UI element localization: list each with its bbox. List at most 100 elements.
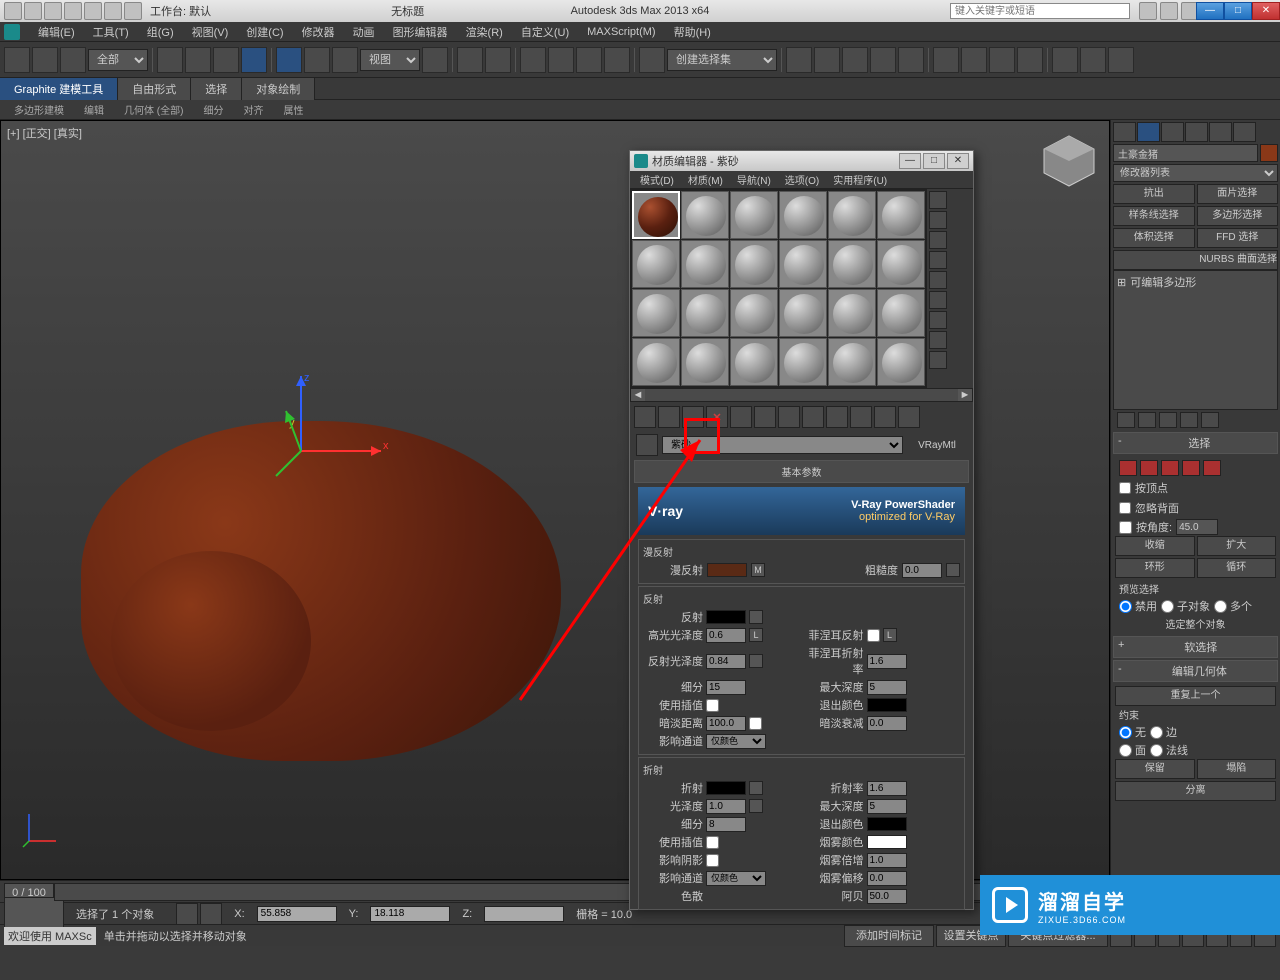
redo-icon[interactable] [104,2,122,20]
menu-group[interactable]: 组(G) [139,22,182,42]
unlink-icon[interactable] [32,47,58,73]
mat-slot-24[interactable] [877,338,925,386]
dim-falloff-spinner[interactable] [867,716,907,731]
video-check-icon[interactable] [929,271,947,289]
ribbon-sub-props[interactable]: 属性 [273,100,313,119]
refl-subdivs-spinner[interactable] [706,680,746,695]
refr-gloss-map-button[interactable] [749,799,763,813]
ribbon-tab-graphite[interactable]: Graphite 建模工具 [0,78,118,100]
affect-shadows-check[interactable] [706,854,719,867]
mat-slot-10[interactable] [779,240,827,288]
isolate-icon[interactable] [200,903,222,925]
menu-create[interactable]: 创建(C) [238,22,291,42]
refr-interp-check[interactable] [706,836,719,849]
modify-tab-icon[interactable] [1137,122,1160,142]
mat-maximize-button[interactable]: □ [923,153,945,169]
object-color-swatch[interactable] [1260,144,1278,162]
put-to-lib-icon[interactable] [778,406,800,428]
rollout-editgeo-head[interactable]: -编辑几何体 [1113,660,1278,682]
create-tab-icon[interactable] [1113,122,1136,142]
mat-slot-13[interactable] [632,289,680,337]
pin-stack-icon[interactable] [1117,412,1135,428]
fresnel-ior-spinner[interactable] [867,654,907,669]
ribbon-tab-paint[interactable]: 对象绘制 [242,78,315,100]
diffuse-map-button[interactable]: M [751,563,765,577]
refl-gloss-map-button[interactable] [749,654,763,668]
bind-icon[interactable] [60,47,86,73]
remove-mod-icon[interactable] [1180,412,1198,428]
go-parent-icon[interactable] [874,406,896,428]
ior-spinner[interactable] [867,781,907,796]
repeat-last-button[interactable]: 重复上一个 [1115,686,1276,706]
subobj-edge-icon[interactable] [1140,460,1158,476]
lock-selection-icon[interactable] [176,903,198,925]
roughness-map-button[interactable] [946,563,960,577]
teapot2-icon[interactable] [1080,47,1106,73]
refr-maxdepth-spinner[interactable] [867,799,907,814]
mat-titlebar[interactable]: 材质编辑器 - 紫砂 — □ ✕ [630,151,973,171]
ring-button[interactable]: 环形 [1115,558,1195,578]
ref-coord-select[interactable]: 视图 [360,49,420,71]
stack-toggle-icon[interactable]: ⊞ [1117,276,1126,289]
menu-help[interactable]: 帮助(H) [666,22,719,42]
preview-multi-radio[interactable] [1214,600,1227,613]
refr-exit-color-swatch[interactable] [867,817,907,831]
search-icon[interactable] [1139,2,1157,20]
transform-gizmo[interactable]: x z y [271,371,391,491]
mat-slot-14[interactable] [681,289,729,337]
rotate-icon[interactable] [304,47,330,73]
select-icon[interactable] [157,47,183,73]
refr-subdivs-spinner[interactable] [706,817,746,832]
mat-slot-12[interactable] [877,240,925,288]
mat-close-button[interactable]: ✕ [947,153,969,169]
dim-dist-check[interactable] [749,717,762,730]
window-crossing-icon[interactable] [241,47,267,73]
select-rect-icon[interactable] [213,47,239,73]
mat-menu-options[interactable]: 选项(O) [779,171,825,188]
link-icon[interactable] [4,47,30,73]
go-sibling-icon[interactable] [898,406,920,428]
minimize-button[interactable]: — [1196,2,1224,20]
snap-icon[interactable] [520,47,546,73]
show-end-icon[interactable] [1138,412,1156,428]
modbtn-spline[interactable]: 样条线选择 [1113,206,1195,226]
mat-sample-scrollbar[interactable]: ◄ ► [630,388,973,402]
constraint-edge-radio[interactable] [1150,726,1163,739]
viewport-label[interactable]: [+] [正交] [真实] [7,125,82,141]
manipulate-icon[interactable] [457,47,483,73]
menu-grapheditors[interactable]: 图形编辑器 [385,22,456,42]
undo-icon[interactable] [84,2,102,20]
make-unique-icon[interactable] [754,406,776,428]
teapot3-icon[interactable] [1108,47,1134,73]
fresnel-check[interactable] [867,629,880,642]
named-selection-select[interactable]: 创建选择集 [667,49,777,71]
schematic-icon[interactable] [898,47,924,73]
mat-slot-4[interactable] [779,191,827,239]
subobj-border-icon[interactable] [1161,460,1179,476]
rollout-basic-params[interactable]: 基本参数 [634,460,969,483]
scroll-right-icon[interactable]: ► [958,389,972,401]
refract-color-swatch[interactable] [706,781,746,795]
matmap-nav-icon[interactable] [929,351,947,369]
max-logo-icon[interactable] [4,24,20,40]
motion-tab-icon[interactable] [1185,122,1208,142]
new-icon[interactable] [24,2,42,20]
diffuse-color-swatch[interactable] [707,563,747,577]
reflect-color-swatch[interactable] [706,610,746,624]
ribbon-sub-align[interactable]: 对齐 [233,100,273,119]
menu-edit[interactable]: 编辑(E) [30,22,83,42]
menu-maxscript[interactable]: MAXScript(M) [579,24,663,40]
select-name-icon[interactable] [185,47,211,73]
mat-slot-1[interactable] [632,191,680,239]
constraint-normal-radio[interactable] [1150,744,1163,757]
mat-slot-20[interactable] [681,338,729,386]
edit-named-sel-icon[interactable] [639,47,665,73]
show-map-icon[interactable] [826,406,848,428]
modbtn-nurbs[interactable]: NURBS 曲面选择 [1113,250,1278,270]
uv-tiling-icon[interactable] [929,251,947,269]
menu-animation[interactable]: 动画 [345,22,383,42]
unique-icon[interactable] [1159,412,1177,428]
scroll-left-icon[interactable]: ◄ [631,389,645,401]
maxscript-listener[interactable]: 欢迎使用 MAXSc [4,927,96,945]
percent-snap-icon[interactable] [576,47,602,73]
